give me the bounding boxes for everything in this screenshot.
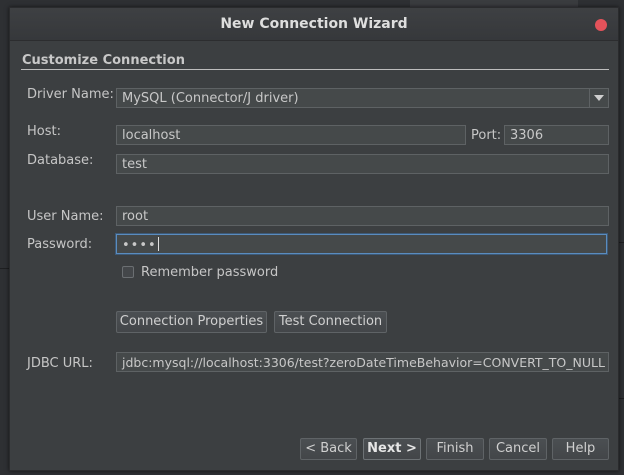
close-icon[interactable] bbox=[595, 19, 607, 31]
password-label: Password: bbox=[27, 237, 93, 252]
jdbc-url-label: JDBC URL: bbox=[27, 356, 93, 371]
next-button[interactable]: Next > bbox=[363, 438, 421, 460]
chevron-down-icon[interactable] bbox=[589, 89, 608, 107]
cancel-button[interactable]: Cancel bbox=[489, 438, 547, 460]
username-label: User Name: bbox=[27, 209, 104, 224]
test-connection-button[interactable]: Test Connection bbox=[274, 311, 387, 333]
host-input[interactable]: localhost bbox=[116, 125, 466, 145]
help-button[interactable]: Help bbox=[552, 438, 609, 460]
password-input[interactable]: •••• bbox=[116, 234, 607, 254]
window-title: New Connection Wizard bbox=[220, 16, 408, 32]
database-label: Database: bbox=[27, 153, 94, 168]
new-connection-wizard-dialog: New Connection Wizard Customize Connecti… bbox=[9, 7, 619, 471]
jdbc-url-input[interactable]: jdbc:mysql://localhost:3306/test?zeroDat… bbox=[116, 352, 609, 372]
section-divider bbox=[21, 69, 609, 70]
host-label: Host: bbox=[27, 124, 61, 139]
port-input[interactable]: 3306 bbox=[504, 125, 609, 145]
password-masked-value: •••• bbox=[122, 238, 157, 253]
driver-name-combobox[interactable]: MySQL (Connector/J driver) bbox=[116, 88, 609, 108]
driver-name-label: Driver Name: bbox=[27, 87, 114, 102]
text-caret bbox=[157, 237, 159, 251]
finish-button[interactable]: Finish bbox=[426, 438, 484, 460]
remember-password-label[interactable]: Remember password bbox=[141, 265, 278, 280]
background-window-edge bbox=[410, 0, 578, 7]
driver-name-value: MySQL (Connector/J driver) bbox=[122, 91, 299, 106]
connection-properties-button[interactable]: Connection Properties bbox=[116, 311, 267, 333]
section-title: Customize Connection bbox=[22, 53, 185, 68]
back-button[interactable]: < Back bbox=[300, 438, 357, 460]
port-label: Port: bbox=[471, 128, 502, 143]
title-bar[interactable]: New Connection Wizard bbox=[10, 8, 618, 41]
remember-password-checkbox[interactable] bbox=[122, 266, 134, 278]
username-input[interactable]: root bbox=[116, 206, 609, 226]
background-divider bbox=[0, 268, 9, 269]
database-input[interactable]: test bbox=[116, 154, 609, 174]
